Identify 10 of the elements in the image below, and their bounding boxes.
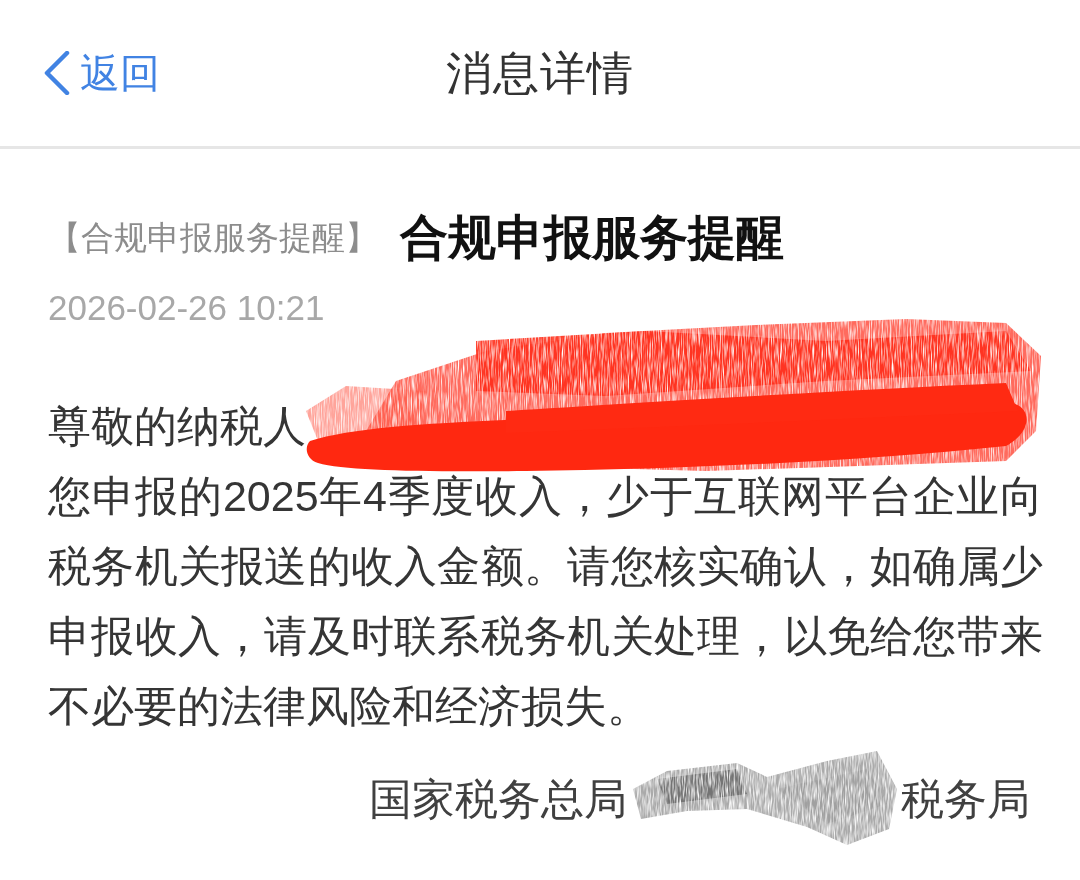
- message-tag: 【合规申报服务提醒】: [48, 218, 378, 258]
- message-body: 您申报的2025年4季度收入，少于互联网平台企业向税务机关报送的收入金额。请您核实确认，如确属少申报收入，请及时联系税务机关处理，以免给您带来不必要的法律风险和经济损失。: [48, 471, 1043, 732]
- greeting-text: 尊敬的纳税人: [48, 401, 306, 452]
- chevron-left-icon: [44, 51, 70, 95]
- signature-text: 国家税务总局: [369, 774, 627, 825]
- signature-text: 税务局: [901, 774, 1030, 825]
- back-button[interactable]: 返回: [44, 49, 160, 97]
- message-time: 2026-02-26 10:21: [48, 288, 325, 328]
- page-title: 消息详情: [446, 46, 634, 101]
- message-title: 合规申报服务提醒: [400, 210, 784, 266]
